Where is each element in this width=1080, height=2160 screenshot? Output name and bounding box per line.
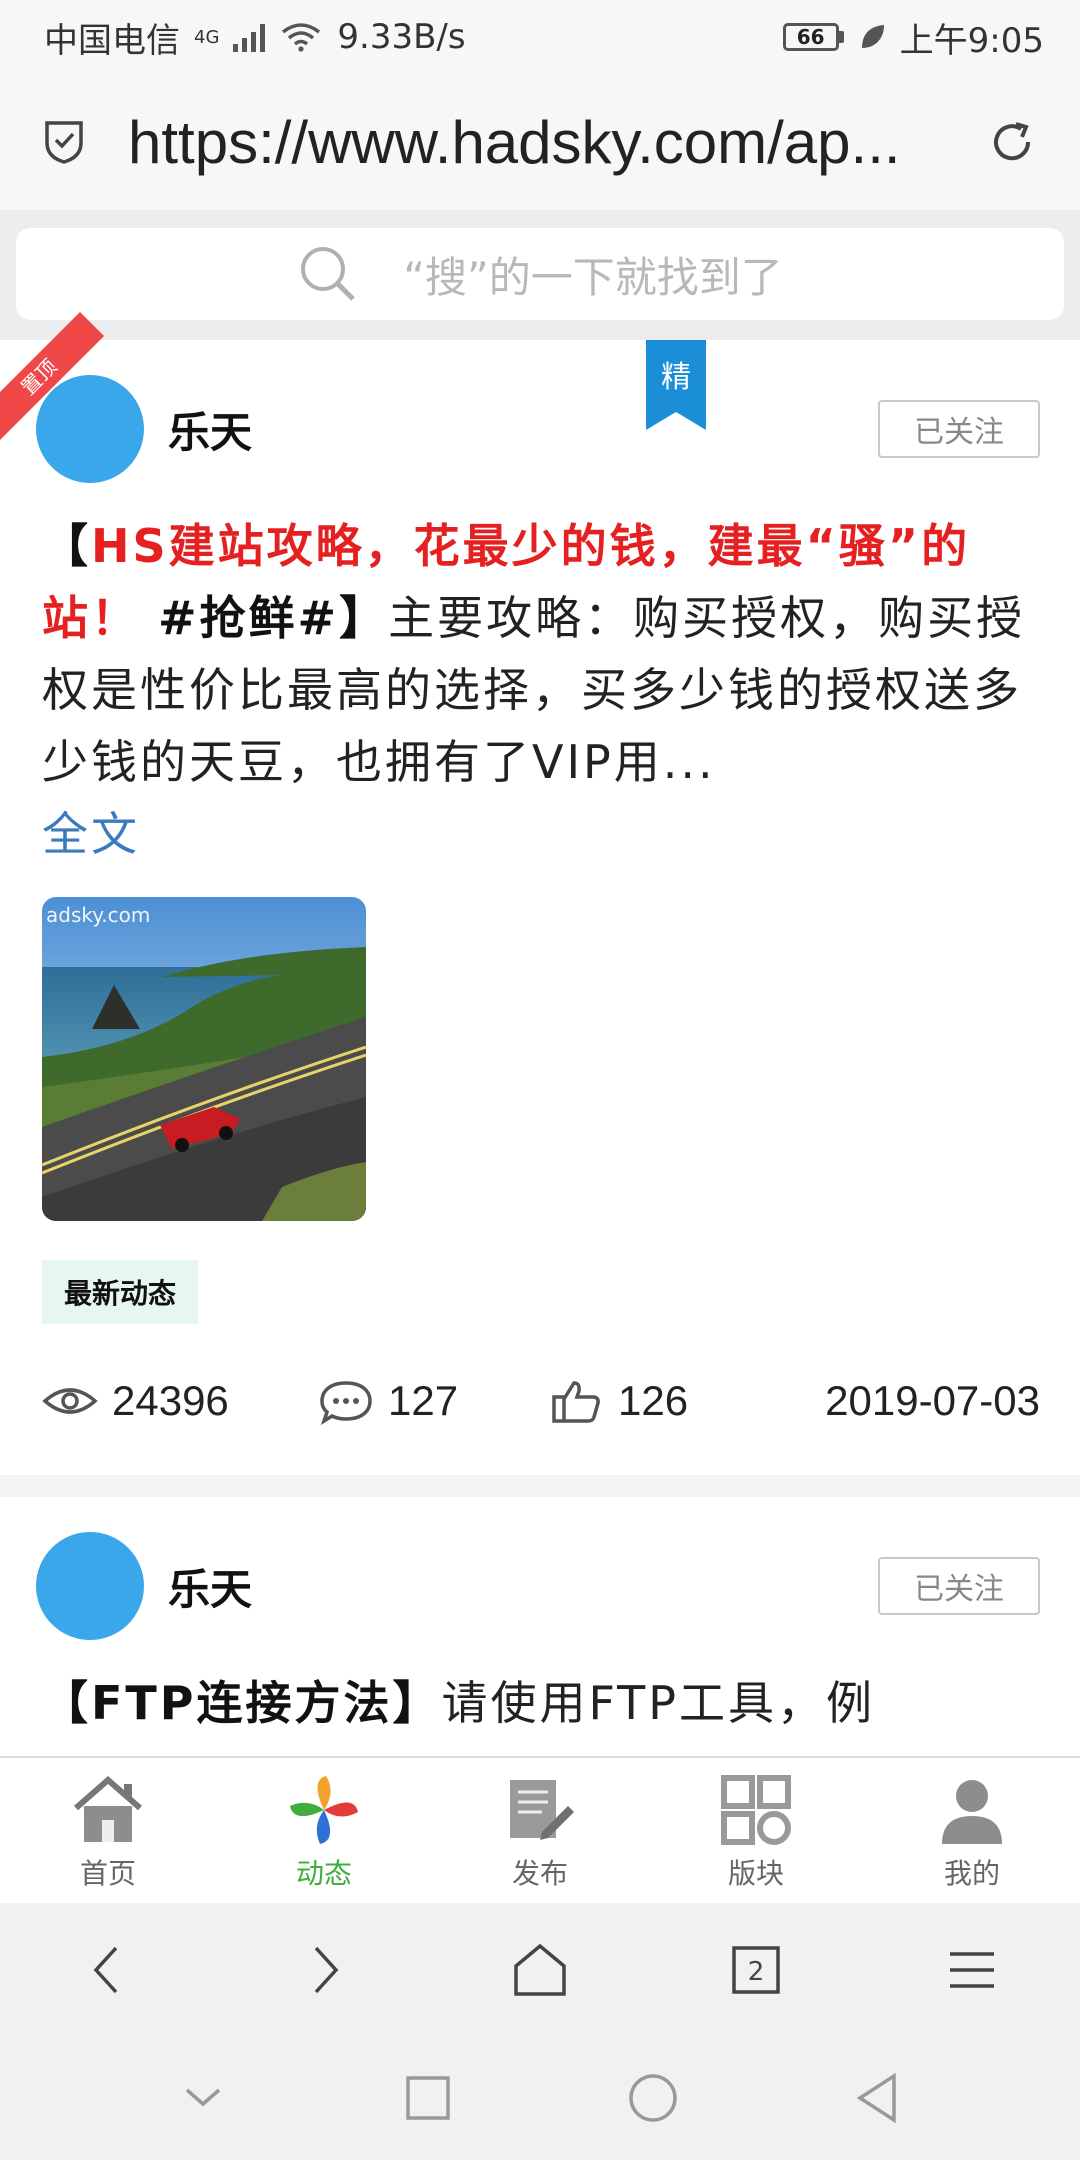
author-row: 乐天 (36, 1531, 252, 1641)
menu-icon[interactable] (942, 1940, 1002, 2000)
title-bracket-close: 】 (339, 591, 389, 645)
comments-stat[interactable]: 127 (318, 1377, 548, 1425)
post-date: 2019-07-03 (825, 1377, 1040, 1424)
read-more-link[interactable]: 全文 (42, 807, 140, 861)
thumbs-up-icon (552, 1381, 600, 1423)
signal-icon (233, 22, 266, 52)
featured-badge: 精 (646, 340, 706, 430)
author-row: 乐天 (36, 374, 252, 484)
browser-navigation: 2 (0, 1903, 1080, 2036)
tab-boards[interactable]: 版块 (648, 1758, 864, 1903)
post-card[interactable]: 乐天 已关注 【FTP连接方法】请使用FTP工具，例 (0, 1497, 1080, 1757)
wifi-icon (282, 23, 321, 52)
post-content[interactable]: 【FTP连接方法】请使用FTP工具，例 (42, 1667, 1042, 1739)
post-title: 【FTP连接方法】 (42, 1676, 442, 1730)
avatar[interactable] (36, 375, 144, 483)
tab-count: 2 (748, 1957, 765, 1987)
tab-label: 版块 (727, 1857, 784, 1890)
system-navigation (0, 2036, 1080, 2160)
follow-button[interactable]: 已关注 (878, 400, 1040, 458)
coastal-road-image (42, 897, 366, 1221)
grid-icon (721, 1775, 791, 1845)
back-icon[interactable] (78, 1940, 138, 2000)
recents-icon[interactable] (400, 2070, 456, 2126)
status-bar: 中国电信 4G 9.33B/s 66 上午9:05 (0, 0, 1080, 74)
home-circle-icon[interactable] (625, 2070, 681, 2126)
status-left: 中国电信 4G 9.33B/s (44, 13, 466, 62)
follow-button[interactable]: 已关注 (878, 1557, 1040, 1615)
network-speed: 9.33B/s (337, 17, 466, 57)
eye-icon (42, 1388, 98, 1414)
home-icon[interactable] (510, 1940, 570, 2000)
tabs-icon[interactable]: 2 (726, 1940, 786, 2000)
shield-icon[interactable] (44, 119, 84, 165)
post-card[interactable]: 置顶 精 乐天 已关注 【HS建站攻略，花最少的钱，建最“骚”的站！ #抢鲜#】主… (0, 311, 1080, 1475)
chevron-down-icon[interactable] (175, 2070, 231, 2126)
battery-icon: 66 (782, 23, 844, 51)
tab-label: 我的 (943, 1857, 1000, 1890)
browser-address-bar: https://www.hadsky.com/ap... (0, 74, 1080, 210)
search-icon (301, 247, 356, 301)
post-content[interactable]: 【HS建站攻略，花最少的钱，建最“骚”的站！ #抢鲜#】主要攻略：购买授权，购买授… (42, 510, 1042, 870)
user-icon (942, 1780, 1002, 1844)
comment-icon (320, 1381, 372, 1425)
leaf-icon (861, 25, 884, 48)
pinwheel-icon (290, 1776, 358, 1844)
tab-home[interactable]: 首页 (0, 1758, 216, 1903)
carrier-label: 中国电信 (44, 20, 180, 61)
tab-profile[interactable]: 我的 (864, 1758, 1080, 1903)
post-body: 请使用FTP工具，例 (441, 1676, 876, 1730)
tab-feed[interactable]: 动态 (216, 1758, 432, 1903)
post-stats: 24396 127 126 2019-07-03 (42, 1366, 1040, 1436)
comments-count: 127 (388, 1377, 459, 1424)
author-name[interactable]: 乐天 (168, 399, 252, 460)
tab-label: 发布 (511, 1857, 568, 1890)
post-image[interactable]: adsky.com (42, 897, 366, 1221)
avatar[interactable] (36, 1532, 144, 1640)
forward-icon[interactable] (294, 1940, 354, 2000)
compose-icon (510, 1780, 574, 1840)
search-input[interactable]: “搜”的一下就找到了 (16, 228, 1064, 320)
battery-level: 66 (782, 23, 839, 51)
author-name[interactable]: 乐天 (168, 1556, 252, 1617)
likes-count: 126 (618, 1377, 689, 1424)
app-tab-bar: 首页 动态 发布 版块 我的 (0, 1756, 1080, 1903)
status-right: 66 上午9:05 (782, 13, 1044, 62)
tab-publish[interactable]: 发布 (432, 1758, 648, 1903)
views-count: 24396 (112, 1377, 229, 1424)
views-stat: 24396 (42, 1377, 318, 1425)
tab-label: 首页 (79, 1857, 136, 1890)
likes-stat[interactable]: 126 (548, 1377, 748, 1425)
image-watermark: adsky.com (46, 903, 151, 927)
back-triangle-icon[interactable] (850, 2070, 906, 2126)
search-section: “搜”的一下就找到了 (0, 210, 1080, 340)
category-tag[interactable]: 最新动态 (42, 1260, 199, 1324)
clock: 上午9:05 (899, 20, 1044, 61)
network-label: 4G (194, 26, 220, 48)
search-placeholder: “搜”的一下就找到了 (403, 252, 783, 302)
tab-label: 动态 (295, 1857, 352, 1890)
refresh-icon[interactable] (988, 118, 1036, 166)
url-field[interactable]: https://www.hadsky.com/ap... (128, 108, 948, 177)
post-topic-tag: #抢鲜# (158, 591, 340, 645)
home-icon (74, 1776, 142, 1842)
title-bracket-open: 【 (42, 519, 91, 573)
